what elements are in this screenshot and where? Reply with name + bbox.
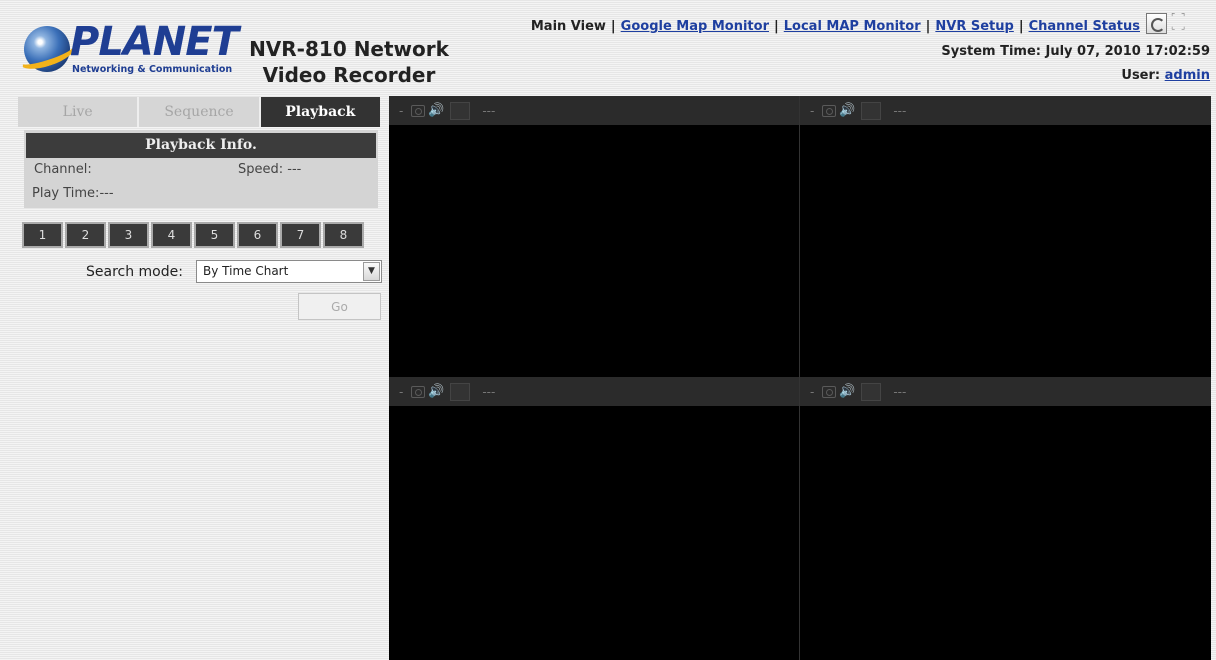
camera-name: ---	[482, 384, 496, 399]
channel-button-2[interactable]: 2	[65, 222, 106, 248]
speaker-icon[interactable]: 🔊	[428, 103, 446, 118]
play-time-label: Play Time:---	[32, 186, 114, 201]
minimize-dash[interactable]: -	[810, 385, 814, 399]
snapshot-icon[interactable]	[411, 104, 426, 117]
video-cell-toolbar: - 🔊 ---	[800, 96, 1211, 125]
fullscreen-icon[interactable]: ⌜ ⌝ ⌞ ⌟	[1171, 14, 1189, 32]
channel-button-5[interactable]: 5	[194, 222, 235, 248]
search-mode-select[interactable]: By Time Chart ▼	[196, 260, 382, 283]
channel-button-1[interactable]: 1	[22, 222, 63, 248]
channel-status-link[interactable]: Channel Status	[1029, 19, 1140, 34]
speaker-icon[interactable]: 🔊	[839, 103, 857, 118]
speaker-icon[interactable]: 🔊	[839, 384, 857, 399]
local-map-monitor-link[interactable]: Local MAP Monitor	[784, 19, 921, 34]
main-view-label: Main View	[530, 19, 606, 34]
user-info: User: admin	[1121, 68, 1210, 83]
channel-buttons: 1 2 3 4 5 6 7 8	[22, 222, 366, 248]
go-button[interactable]: Go	[298, 293, 381, 320]
video-cell-toolbar: - 🔊 ---	[389, 377, 799, 406]
speaker-icon[interactable]: 🔊	[428, 384, 446, 399]
user-admin-link[interactable]: admin	[1165, 68, 1210, 83]
camera-name: ---	[893, 103, 907, 118]
channel-button-3[interactable]: 3	[108, 222, 149, 248]
tab-sequence[interactable]: Sequence	[139, 97, 261, 127]
user-label: User:	[1121, 68, 1161, 83]
google-map-monitor-link[interactable]: Google Map Monitor	[621, 19, 769, 34]
video-cell-1[interactable]: - 🔊 ---	[389, 96, 799, 377]
product-title-line1: NVR-810 Network	[249, 37, 449, 61]
camera-name: ---	[482, 103, 496, 118]
speed-label: Speed: ---	[238, 162, 302, 177]
product-title-line2: Video Recorder	[262, 63, 436, 87]
video-cell-3[interactable]: - 🔊 ---	[389, 377, 799, 660]
minimize-dash[interactable]: -	[399, 104, 403, 118]
product-title: NVR-810 Network Video Recorder	[236, 36, 462, 88]
logo-text: PLANET	[70, 19, 239, 65]
minimize-dash[interactable]: -	[810, 104, 814, 118]
playback-info-header: Playback Info.	[26, 133, 376, 158]
playback-info-row: Channel: Speed: ---	[34, 162, 364, 177]
channel-button-6[interactable]: 6	[237, 222, 278, 248]
channel-button-7[interactable]: 7	[280, 222, 321, 248]
folder-icon[interactable]	[450, 382, 471, 401]
channel-button-4[interactable]: 4	[151, 222, 192, 248]
video-cell-toolbar: - 🔊 ---	[389, 96, 799, 125]
folder-icon[interactable]	[861, 101, 882, 120]
top-navigation: Main View | Google Map Monitor | Local MAP M…	[530, 19, 1140, 34]
system-time: System Time: July 07, 2010 17:02:59	[941, 44, 1210, 59]
playback-info-panel: Playback Info. Channel: Speed: --- Play …	[24, 130, 378, 208]
video-grid: - 🔊 --- - 🔊 --- - 🔊 --- - 🔊 ---	[389, 96, 1211, 660]
snapshot-icon[interactable]	[822, 385, 837, 398]
view-tabs: Live Sequence Playback	[18, 97, 380, 127]
search-mode-value: By Time Chart	[203, 264, 289, 278]
grid-divider	[799, 96, 800, 660]
snapshot-icon[interactable]	[411, 385, 426, 398]
video-cell-4[interactable]: - 🔊 ---	[800, 377, 1211, 660]
video-cell-toolbar: - 🔊 ---	[800, 377, 1211, 406]
refresh-icon[interactable]	[1146, 13, 1167, 34]
minimize-dash[interactable]: -	[399, 385, 403, 399]
search-mode-label: Search mode:	[86, 264, 183, 280]
nvr-setup-link[interactable]: NVR Setup	[935, 19, 1013, 34]
tab-live[interactable]: Live	[18, 97, 140, 127]
logo-tagline: Networking & Communication	[72, 64, 233, 75]
channel-button-8[interactable]: 8	[323, 222, 364, 248]
folder-icon[interactable]	[861, 382, 882, 401]
folder-icon[interactable]	[450, 101, 471, 120]
video-cell-2[interactable]: - 🔊 ---	[800, 96, 1211, 377]
camera-name: ---	[893, 384, 907, 399]
channel-label: Channel:	[34, 162, 92, 177]
chevron-down-icon[interactable]: ▼	[363, 262, 380, 281]
planet-logo: PLANET Networking & Communication	[16, 20, 239, 80]
snapshot-icon[interactable]	[822, 104, 837, 117]
tab-playback[interactable]: Playback	[260, 97, 380, 127]
